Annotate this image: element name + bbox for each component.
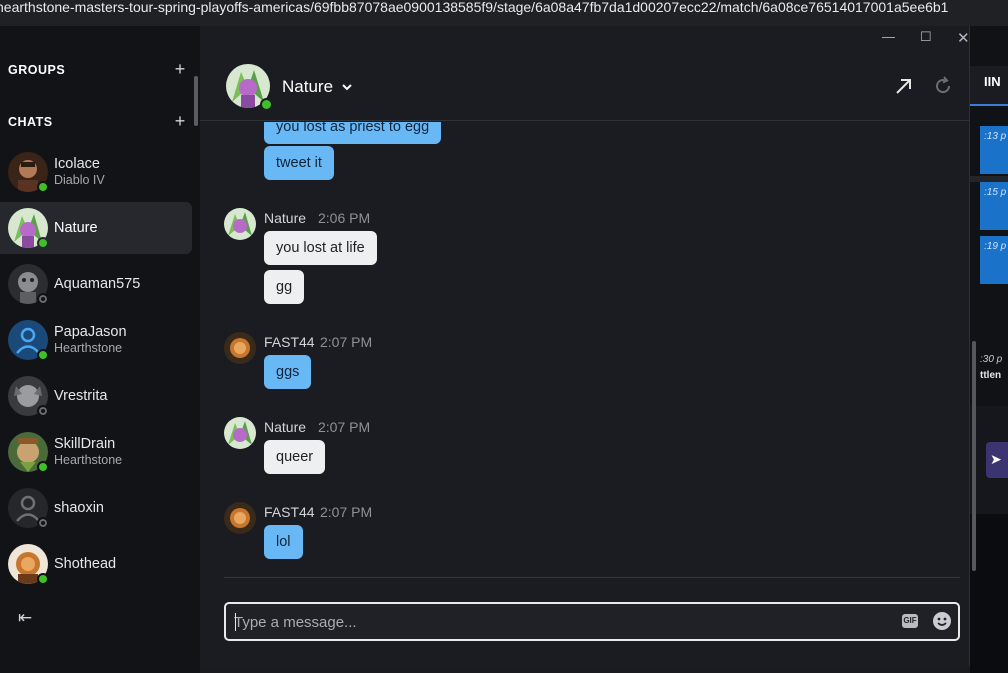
text-caret (235, 613, 236, 631)
chat-name: Vrestrita (54, 388, 108, 404)
message-composer: GIF (224, 602, 960, 641)
message-author[interactable]: FAST44 (264, 334, 315, 350)
message-input[interactable] (234, 611, 874, 633)
browser-url-bar[interactable]: hearthstone-masters-tour-spring-playoffs… (0, 0, 1008, 26)
add-chat-button[interactable]: + (170, 111, 190, 131)
divider (224, 577, 960, 578)
background-message: :13 p (980, 126, 1008, 174)
message-author[interactable]: Nature (264, 210, 306, 226)
message-bubble: you lost as priest to egg (264, 122, 442, 144)
online-status-dot (260, 98, 273, 111)
message-bubble: you lost at life (264, 231, 377, 265)
popout-icon[interactable] (894, 76, 914, 96)
message-bubble: lol (264, 525, 303, 559)
message-time: 2:07 PM (320, 334, 373, 350)
chat-item-papajason[interactable]: PapaJason Hearthstone (0, 314, 192, 366)
sidebar-scrollbar[interactable] (194, 76, 198, 126)
background-send-button[interactable]: ➤ (986, 442, 1008, 478)
message-bubble: queer (264, 440, 326, 474)
chat-item-nature[interactable]: Nature (0, 202, 192, 254)
chats-heading: CHATS (8, 115, 53, 129)
chat-name: SkillDrain (54, 436, 116, 452)
groups-heading: GROUPS (8, 63, 66, 77)
chat-item-skilldrain[interactable]: SkillDrain Hearthstone (0, 426, 192, 478)
chat-window: — ☐ ✕ Nature you lost as priest to egg t… (200, 26, 976, 666)
add-group-button[interactable]: + (170, 59, 190, 79)
background-label: ttlen (980, 370, 1002, 381)
avatar[interactable] (224, 208, 256, 240)
chat-sidebar: GROUPS + CHATS + Icolace Diablo IV Natur… (0, 26, 200, 673)
background-time: :30 p (980, 354, 1003, 365)
avatar[interactable] (224, 332, 256, 364)
online-status-dot (37, 237, 49, 249)
avatar[interactable] (224, 417, 256, 449)
chat-item-shaoxin[interactable]: shaoxin (0, 482, 192, 534)
online-status-dot (37, 181, 49, 193)
message-author[interactable]: FAST44 (264, 504, 315, 520)
chat-item-shothead[interactable]: Shothead (0, 538, 192, 590)
chat-name: Icolace (54, 156, 100, 172)
online-status-dot (37, 461, 49, 473)
message-bubble: gg (264, 270, 305, 304)
offline-status-dot (37, 517, 49, 529)
online-status-dot (37, 349, 49, 361)
message-bubble: tweet it (264, 146, 334, 180)
offline-status-dot (37, 293, 49, 305)
close-button[interactable]: ✕ (957, 29, 970, 47)
chat-title[interactable]: Nature (282, 77, 333, 97)
chat-header: Nature (200, 56, 970, 121)
chat-activity: Hearthstone (54, 341, 123, 355)
chat-activity: Hearthstone (54, 453, 123, 467)
online-status-dot (37, 573, 49, 585)
background-tab[interactable]: IIN (970, 66, 1008, 106)
background-message: :19 p (980, 236, 1008, 284)
gif-button[interactable]: GIF (902, 614, 918, 628)
maximize-button[interactable]: ☐ (920, 29, 932, 45)
message-time: 2:07 PM (318, 419, 371, 435)
chat-name: Shothead (54, 556, 117, 572)
refresh-icon[interactable] (933, 76, 953, 96)
chat-item-aquaman575[interactable]: Aquaman575 (0, 258, 192, 310)
minimize-button[interactable]: — (882, 29, 895, 44)
collapse-sidebar-icon[interactable]: ⇤ (18, 608, 32, 628)
chat-name: Aquaman575 (54, 276, 141, 292)
message-time: 2:07 PM (320, 504, 373, 520)
chat-name: PapaJason (54, 324, 127, 340)
message-time: 2:06 PM (318, 210, 371, 226)
chat-item-vrestrita[interactable]: Vrestrita (0, 370, 192, 422)
chat-activity: Diablo IV (54, 173, 105, 187)
emoji-icon[interactable] (932, 611, 952, 631)
message-bubble: ggs (264, 355, 312, 389)
chat-name: Nature (54, 220, 98, 236)
avatar[interactable] (224, 502, 256, 534)
chevron-down-icon[interactable] (340, 80, 354, 94)
chat-item-icolace[interactable]: Icolace Diablo IV (0, 146, 192, 198)
background-message: :15 p (980, 182, 1008, 230)
chat-name: shaoxin (54, 500, 104, 516)
offline-status-dot (37, 405, 49, 417)
message-list: you lost as priest to egg tweet it Natur… (200, 122, 970, 577)
message-scrollbar[interactable] (972, 341, 976, 571)
url-text: hearthstone-masters-tour-spring-playoffs… (0, 0, 949, 15)
message-author[interactable]: Nature (264, 419, 306, 435)
